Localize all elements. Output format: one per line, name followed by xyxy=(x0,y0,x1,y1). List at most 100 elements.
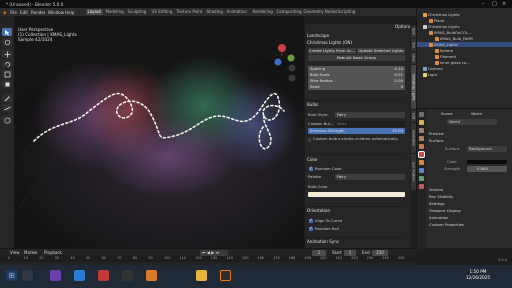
render-tab-icon[interactable] xyxy=(419,120,424,125)
menu-file[interactable]: File xyxy=(10,10,17,15)
select-box-tool[interactable] xyxy=(2,28,12,36)
options-dropdown[interactable]: Options xyxy=(395,24,411,30)
menu-edit[interactable]: Edit xyxy=(20,10,28,15)
emission-strength-field[interactable]: Emission Strength 30.00 xyxy=(308,128,405,134)
object-tab-icon[interactable] xyxy=(419,160,424,165)
tab-animation[interactable]: Animation xyxy=(410,123,416,153)
outliner-row[interactable]: Light xyxy=(417,72,512,77)
scene-tab-icon[interactable] xyxy=(419,144,424,149)
landscape-section[interactable]: Landscape xyxy=(307,33,329,39)
outliner-row[interactable]: Camera xyxy=(417,66,512,71)
tab-item[interactable]: Item xyxy=(410,26,416,38)
world-name-field[interactable]: World xyxy=(447,119,497,125)
modifiers-tab-icon[interactable] xyxy=(419,168,424,173)
outliner-row[interactable]: Inner glass ca... xyxy=(417,60,512,65)
christmas-lights-section[interactable]: Christmas Lights (ON) xyxy=(307,40,352,46)
output-tab-icon[interactable] xyxy=(419,128,424,133)
end-frame-field[interactable]: 250 xyxy=(372,250,388,256)
tab-sculpting[interactable]: Sculpting xyxy=(126,9,148,14)
world-color-swatch[interactable] xyxy=(467,160,507,164)
wire-radius-field[interactable]: Wire Radius 0.00 xyxy=(308,78,405,84)
tab-modeling[interactable]: Modeling xyxy=(104,9,125,14)
transform-tool[interactable] xyxy=(2,80,12,88)
vscode-icon[interactable] xyxy=(74,270,85,281)
3d-viewport[interactable] xyxy=(14,16,304,248)
app-dark-icon[interactable] xyxy=(122,270,133,281)
current-frame-field[interactable]: 1 xyxy=(312,250,326,256)
outliner-row[interactable]: Christmas Lights xyxy=(417,24,512,29)
outliner-row[interactable]: Filament xyxy=(417,54,512,59)
tab-rendering[interactable]: Rendering xyxy=(251,9,274,14)
outliner-row[interactable]: Christmas Lights xyxy=(417,12,512,17)
tab-christmas-lights[interactable]: Christmas Lights xyxy=(410,65,416,109)
surface-section[interactable]: Surface xyxy=(429,138,443,144)
rotate-tool[interactable] xyxy=(2,60,12,68)
timeline-menu-playback[interactable]: Playback xyxy=(42,250,64,255)
playback-controls[interactable]: ⏮ ◀ ▶ ⏭ xyxy=(200,250,228,256)
timeline-menu-marker[interactable]: Marker xyxy=(22,250,40,255)
visual-studio-icon[interactable] xyxy=(50,270,61,281)
tab-view[interactable]: View xyxy=(410,52,416,64)
viewport-display-section[interactable]: Viewport Display xyxy=(429,208,461,214)
outliner-row-selected[interactable]: XMAS_Lights xyxy=(417,42,512,48)
tab-texture-paint[interactable]: Texture Paint xyxy=(175,9,204,14)
update-lights-button[interactable]: Update Selected Lights xyxy=(357,48,405,54)
menu-render[interactable]: Render xyxy=(31,10,46,15)
tool-tab-icon[interactable] xyxy=(419,112,424,117)
seed-field[interactable]: Seed 0 xyxy=(308,84,405,90)
minimize-icon[interactable]: – xyxy=(482,1,485,7)
windows-logo-icon[interactable]: ⊞ xyxy=(6,270,17,281)
system-clock[interactable]: 1:50 PM 12/26/2025 xyxy=(466,269,490,281)
close-icon[interactable]: × xyxy=(502,1,506,7)
preview-section[interactable]: Preview xyxy=(429,131,444,137)
create-lights-button[interactable]: Create Lights From Ac... xyxy=(308,48,356,54)
world-tab-icon[interactable] xyxy=(418,151,425,158)
tab-animation[interactable]: Animation xyxy=(225,9,248,14)
task-view-icon[interactable] xyxy=(22,270,33,281)
timeline-ruler[interactable]: 0 10 20 30 40 50 60 70 80 90 100 110 120 130 140 150 160… xyxy=(0,256,416,262)
tab-shading[interactable]: Shading xyxy=(205,9,224,14)
data-tab-icon[interactable] xyxy=(419,176,424,181)
measure-tool[interactable] xyxy=(2,104,12,112)
outliner-row[interactable]: Sphere xyxy=(417,48,512,53)
menu-help[interactable]: Help xyxy=(65,10,74,15)
random-roll-checkbox[interactable] xyxy=(309,226,313,231)
outliner-row[interactable]: XMAS_Bulb_FAIRY xyxy=(417,36,512,41)
volume-section[interactable]: Volume xyxy=(429,187,443,193)
spacing-field[interactable]: Spacing 0.10 xyxy=(308,66,405,72)
settings-section[interactable]: Settings xyxy=(429,201,445,207)
view-layer-tab-icon[interactable] xyxy=(419,136,424,141)
align-curve-checkbox[interactable] xyxy=(309,218,313,223)
palette-dropdown[interactable]: Fairy xyxy=(335,174,405,180)
rebuild-node-group-button[interactable]: Rebuild Node Group xyxy=(308,55,405,61)
annotate-tool[interactable] xyxy=(2,94,12,102)
blender-taskbar-icon[interactable] xyxy=(220,270,231,281)
bulb-style-dropdown[interactable]: Fairy xyxy=(335,112,405,118)
surface-dropdown[interactable]: Background xyxy=(467,146,507,152)
random-color-checkbox[interactable] xyxy=(309,166,313,171)
tab-compositing[interactable]: Compositing xyxy=(275,9,303,14)
file-explorer-icon[interactable] xyxy=(196,270,207,281)
scale-tool[interactable] xyxy=(2,70,12,78)
tab-sun-position[interactable]: Sun Position xyxy=(410,154,416,190)
custom-properties-section[interactable]: Custom Properties xyxy=(429,222,464,228)
move-tool[interactable] xyxy=(2,50,12,58)
app-red-icon[interactable] xyxy=(98,270,109,281)
maximize-icon[interactable]: □ xyxy=(492,1,497,7)
outliner-row[interactable]: Plane xyxy=(417,18,512,23)
cursor-tool[interactable] xyxy=(2,38,12,46)
material-tab-icon[interactable] xyxy=(419,184,424,189)
blender-logo-icon[interactable]: ◉ xyxy=(3,10,7,15)
bulb-color-swatch[interactable] xyxy=(308,192,405,197)
tab-edit[interactable]: Edit xyxy=(410,110,416,122)
tab-geometry-nodes[interactable]: Geometry Nodes xyxy=(302,9,339,14)
timeline-menu-view[interactable]: View xyxy=(8,250,22,255)
tab-scripting[interactable]: Scripting xyxy=(336,9,357,14)
outliner-row[interactable]: XMAS_BulbOnCOL... xyxy=(417,30,512,35)
app-orange-icon[interactable] xyxy=(146,270,157,281)
ray-visibility-section[interactable]: Ray Visibility xyxy=(429,194,453,200)
strength-field[interactable]: 0.000 xyxy=(467,166,507,172)
custom-bulb-field[interactable]: Mesh xyxy=(335,121,405,127)
add-cube-tool[interactable] xyxy=(2,116,12,124)
animation-section[interactable]: Animation xyxy=(429,215,448,221)
